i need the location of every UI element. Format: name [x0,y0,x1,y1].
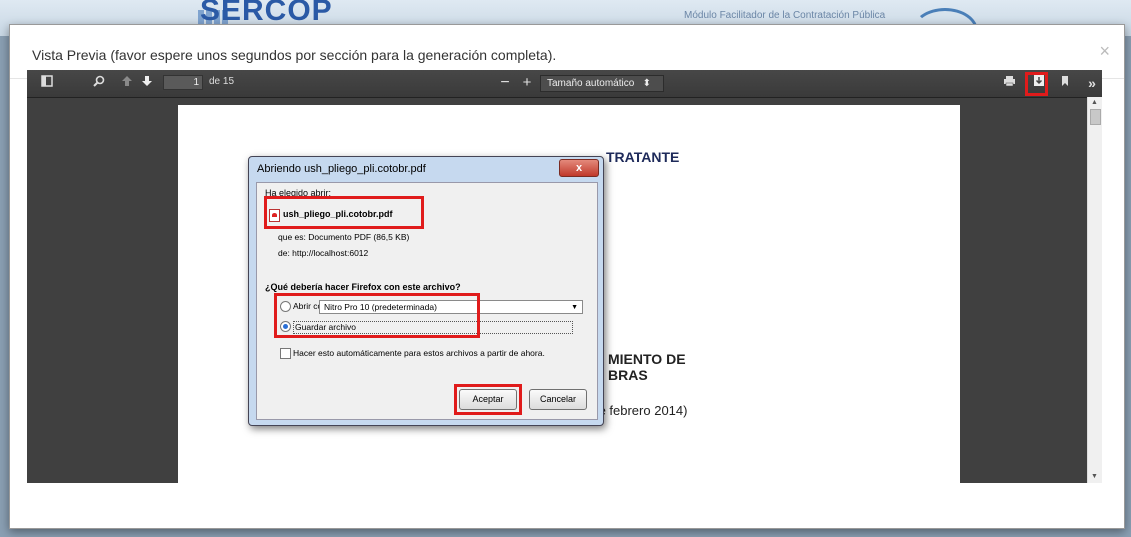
page-scrollbar[interactable]: ▲ ▼ [1087,97,1102,483]
bookmark-icon[interactable] [1057,74,1073,92]
accept-highlight [454,384,522,415]
previous-page-icon[interactable] [119,74,135,92]
file-type: que es: Documento PDF (86,5 KB) [278,232,410,242]
page-number-input[interactable]: 1 [163,75,203,90]
cancel-button[interactable]: Cancelar [529,389,587,410]
pdf-toolbar: 1 de 15 − + Tamaño automático ⬍ » [27,70,1102,98]
scroll-thumb[interactable] [1090,109,1101,125]
sidebar-toggle-icon[interactable] [39,74,55,92]
search-icon[interactable] [91,74,107,92]
download-dialog: Abriendo ush_pliego_pli.cotobr.pdf x Ha … [248,156,604,426]
scroll-up-icon[interactable]: ▲ [1091,99,1098,106]
select-arrows-icon: ⬍ [642,78,651,89]
auto-action-label[interactable]: Hacer esto automáticamente para estos ar… [293,348,545,358]
doc-heading-1: TRATANTE [606,149,680,165]
tools-more-button[interactable]: » [1084,74,1100,92]
scroll-down-icon[interactable]: ▼ [1091,473,1098,480]
page-count: de 15 [209,76,235,87]
doc-heading-2: MIENTO DE [608,351,686,367]
next-page-icon[interactable] [139,74,155,92]
module-title: Módulo Facilitador de la Contratación Pú… [684,10,886,21]
chevron-down-icon: ▼ [571,304,578,311]
auto-action-checkbox[interactable] [280,348,291,359]
zoom-select-value: Tamaño automático [547,78,635,89]
print-icon[interactable] [1001,74,1017,92]
doc-heading-3: BRAS [608,367,648,383]
action-question: ¿Qué debería hacer Firefox con este arch… [265,282,461,292]
dialog-title: Abriendo ush_pliego_pli.cotobr.pdf [257,163,426,175]
dialog-close-button[interactable]: x [559,159,599,177]
modal-title: Vista Previa (favor espere unos segundos… [32,47,557,63]
modal-close-button[interactable]: × [1099,41,1110,62]
file-source: de: http://localhost:6012 [278,248,369,258]
zoom-in-button[interactable]: + [519,74,535,92]
filename-highlight [264,196,424,229]
zoom-out-button[interactable]: − [497,74,513,92]
zoom-select[interactable]: Tamaño automático ⬍ [540,75,664,92]
dialog-body: Ha elegido abrir: ush_pliego_pli.cotobr.… [256,182,598,420]
options-highlight [274,293,480,338]
download-highlight [1025,72,1048,96]
